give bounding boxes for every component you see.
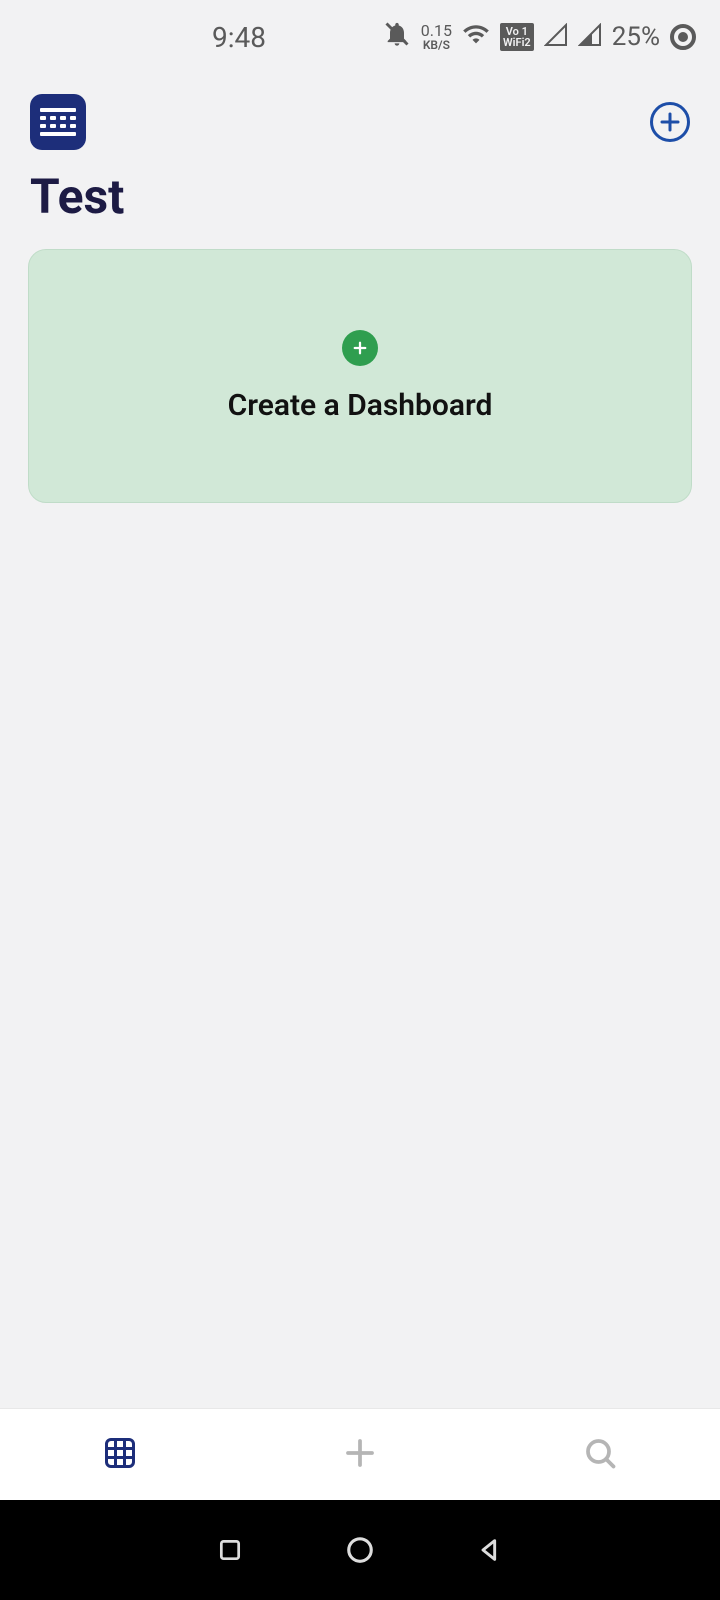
data-rate-unit: KB/S	[423, 39, 450, 51]
notifications-muted-icon	[383, 20, 411, 55]
status-right-group: 0.15 KB/S Vo 1 WiFi2 25%	[383, 20, 696, 55]
home-button[interactable]	[340, 1530, 380, 1570]
plus-circle-icon	[342, 330, 378, 366]
plus-icon	[342, 1435, 378, 1475]
data-rate-value: 0.15	[421, 23, 452, 39]
nav-grid-tab[interactable]	[60, 1425, 180, 1485]
app-header	[0, 74, 720, 150]
android-system-nav	[0, 1500, 720, 1600]
create-dashboard-card[interactable]: Create a Dashboard	[28, 249, 692, 503]
vowifi-line2: WiFi2	[503, 37, 531, 48]
nav-add-tab[interactable]	[300, 1425, 420, 1485]
back-button[interactable]	[470, 1530, 510, 1570]
data-rate-indicator: 0.15 KB/S	[421, 23, 452, 51]
android-status-bar: 9:48 0.15 KB/S Vo 1 WiFi2 25%	[0, 0, 720, 74]
create-dashboard-label: Create a Dashboard	[228, 388, 493, 423]
nav-search-tab[interactable]	[540, 1425, 660, 1485]
page-title: Test	[0, 150, 720, 249]
recent-apps-button[interactable]	[210, 1530, 250, 1570]
grid-icon	[102, 1435, 138, 1475]
signal-icon-2	[578, 21, 602, 54]
status-time: 9:48	[212, 21, 266, 54]
add-button[interactable]	[650, 102, 690, 142]
signal-icon-1	[544, 21, 568, 54]
search-icon	[582, 1435, 618, 1475]
bottom-nav	[0, 1408, 720, 1500]
wifi-icon	[462, 20, 490, 55]
app-logo-icon[interactable]	[30, 94, 86, 150]
vowifi-badge: Vo 1 WiFi2	[500, 23, 534, 51]
battery-percentage: 25%	[612, 22, 660, 52]
battery-ring-icon	[670, 24, 696, 50]
